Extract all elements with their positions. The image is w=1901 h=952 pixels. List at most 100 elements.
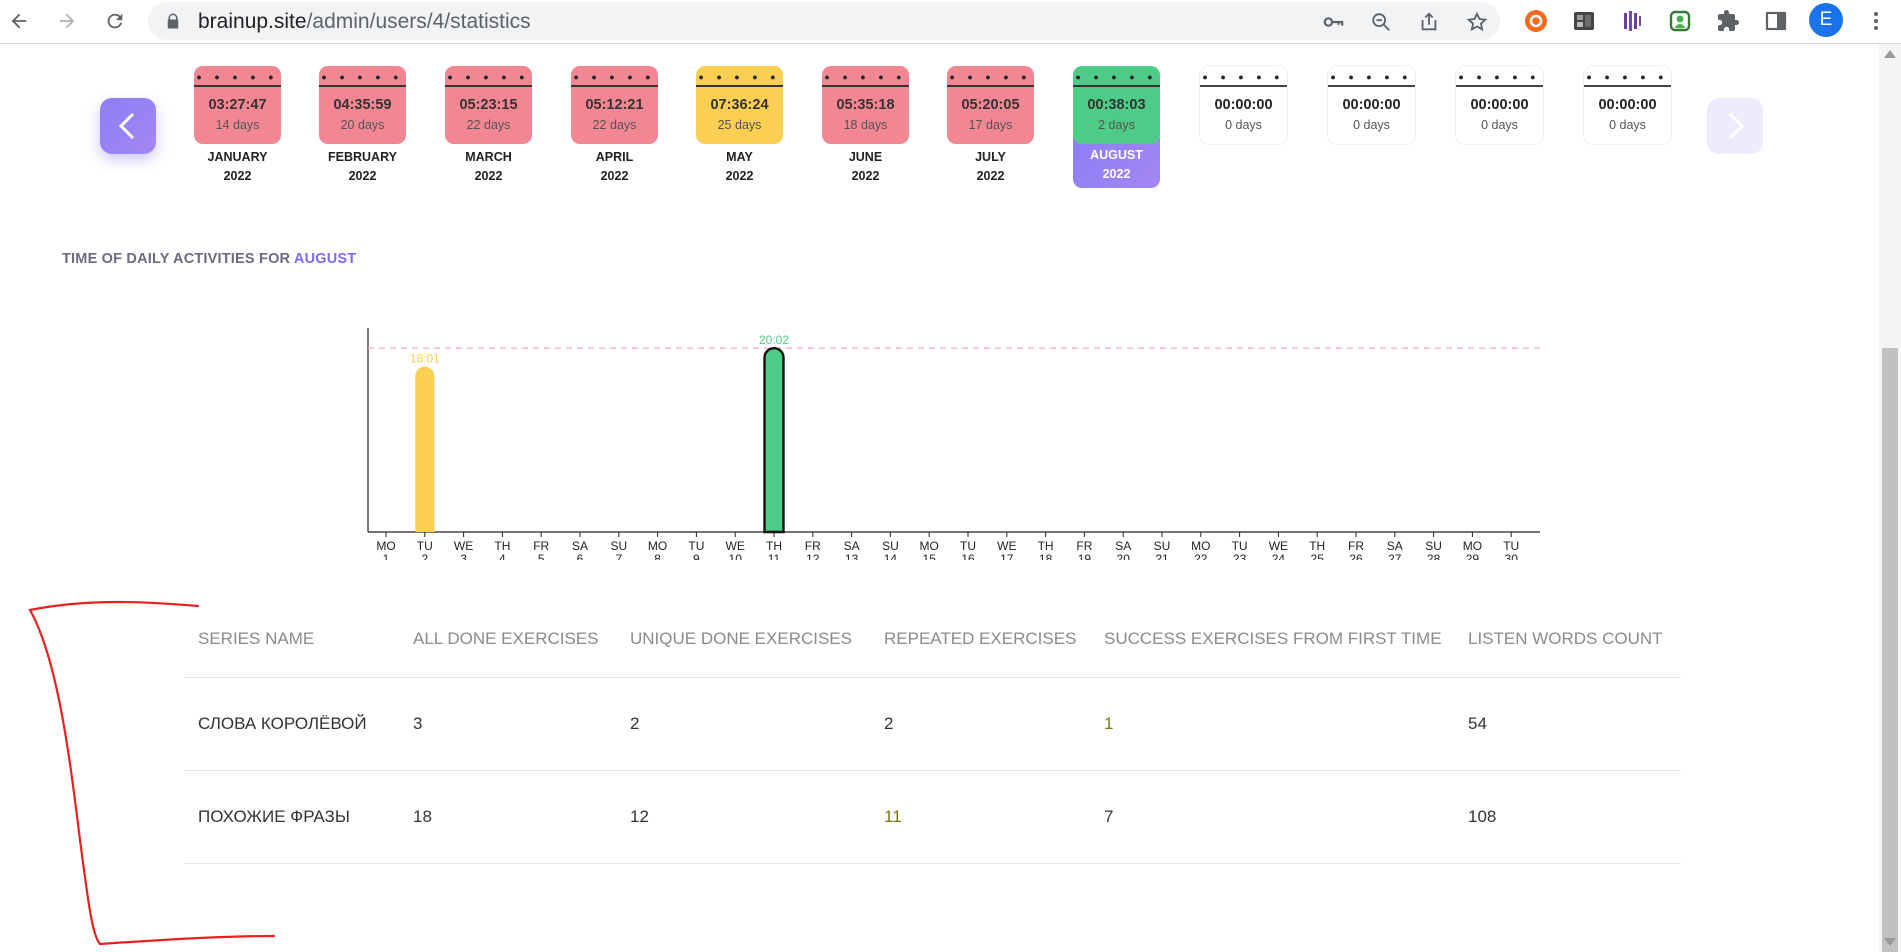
month-card-body[interactable]: ● ● ● ● ● 00:00:00 0 days bbox=[1456, 66, 1543, 144]
x-tick-label-weekday: MO bbox=[920, 539, 939, 553]
page: brainup.site/admin/users/4/statistics E … bbox=[0, 0, 1901, 952]
month-card-empty-12[interactable]: ● ● ● ● ● 00:00:00 0 days bbox=[1584, 66, 1671, 144]
month-card-july[interactable]: ● ● ● ● ● 05:20:05 17 days JULY 2022 bbox=[947, 66, 1034, 186]
card-divider bbox=[1200, 85, 1287, 87]
month-label[interactable]: JULY 2022 bbox=[947, 148, 1034, 186]
month-card-empty-11[interactable]: ● ● ● ● ● 00:00:00 0 days bbox=[1456, 66, 1543, 144]
extension-grid-icon[interactable] bbox=[1569, 6, 1599, 36]
lock-icon[interactable] bbox=[164, 12, 182, 30]
address-bar[interactable]: brainup.site/admin/users/4/statistics bbox=[148, 2, 1500, 40]
month-card-body[interactable]: ● ● ● ● ● 05:12:21 22 days bbox=[571, 66, 658, 144]
share-icon[interactable] bbox=[1416, 9, 1442, 35]
month-label[interactable]: MAY 2022 bbox=[696, 148, 783, 186]
star-icon[interactable] bbox=[1464, 9, 1490, 35]
calendar-rings-icon: ● ● ● ● ● bbox=[573, 72, 656, 82]
month-year: 2022 bbox=[976, 169, 1005, 183]
month-year: 2022 bbox=[223, 169, 252, 183]
month-active-days: 14 days bbox=[215, 118, 260, 132]
month-label[interactable]: FEBRUARY 2022 bbox=[319, 148, 406, 186]
month-name: FEBRUARY bbox=[328, 150, 397, 164]
url-text[interactable]: brainup.site/admin/users/4/statistics bbox=[198, 10, 531, 34]
month-year: 2022 bbox=[1102, 167, 1131, 181]
month-card-body[interactable]: ● ● ● ● ● 07:36:24 25 days bbox=[696, 66, 783, 144]
month-card-body[interactable]: ● ● ● ● ● 05:23:15 22 days bbox=[445, 66, 532, 144]
x-tick-label-day: 22 bbox=[1194, 552, 1208, 560]
series-statistics-table: SERIES NAME ALL DONE EXERCISES UNIQUE DONE… bbox=[184, 600, 1681, 864]
x-tick-label-weekday: TU bbox=[417, 539, 433, 553]
month-card-body[interactable]: ● ● ● ● ● 00:38:03 2 days bbox=[1073, 66, 1160, 144]
column-header: LISTEN WORDS COUNT bbox=[1468, 628, 1663, 648]
x-tick-label-day: 24 bbox=[1272, 552, 1286, 560]
month-label[interactable]: JUNE 2022 bbox=[822, 148, 909, 186]
key-icon[interactable] bbox=[1320, 9, 1346, 35]
bar-day-11[interactable] bbox=[763, 346, 785, 534]
month-name: JUNE bbox=[848, 150, 883, 164]
calendar-rings-icon: ● ● ● ● ● bbox=[1458, 72, 1541, 82]
calendar-rings-icon: ● ● ● ● ● bbox=[196, 72, 279, 82]
month-card-march[interactable]: ● ● ● ● ● 05:23:15 22 days MARCH 2022 bbox=[445, 66, 532, 186]
x-tick-label-day: 18 bbox=[1039, 552, 1053, 560]
month-label[interactable]: APRIL 2022 bbox=[571, 148, 658, 186]
month-active-days: 25 days bbox=[717, 118, 762, 132]
month-total-time: 05:12:21 bbox=[585, 97, 644, 113]
month-card-june[interactable]: ● ● ● ● ● 05:35:18 18 days JUNE 2022 bbox=[822, 66, 909, 186]
month-card-body[interactable]: ● ● ● ● ● 05:35:18 18 days bbox=[822, 66, 909, 144]
menu-icon[interactable] bbox=[1866, 6, 1886, 36]
month-label[interactable]: AUGUST 2022 bbox=[1073, 138, 1160, 188]
month-label[interactable]: JANUARY 2022 bbox=[194, 148, 281, 186]
month-card-body[interactable]: ● ● ● ● ● 00:00:00 0 days bbox=[1328, 66, 1415, 144]
month-year: 2022 bbox=[600, 169, 629, 183]
month-year: 2022 bbox=[725, 169, 754, 183]
extension-green-icon[interactable] bbox=[1665, 6, 1695, 36]
x-tick-label-weekday: SA bbox=[572, 539, 588, 553]
sidebar-icon[interactable] bbox=[1761, 6, 1791, 36]
next-months-button[interactable] bbox=[1707, 98, 1763, 154]
month-card-january[interactable]: ● ● ● ● ● 03:27:47 14 days JANUARY 2022 bbox=[194, 66, 281, 186]
column-header: SUCCESS EXERCISES FROM FIRST TIME bbox=[1104, 628, 1442, 648]
month-card-may[interactable]: ● ● ● ● ● 07:36:24 25 days MAY 2022 bbox=[696, 66, 783, 186]
card-divider bbox=[1073, 85, 1160, 87]
month-card-body[interactable]: ● ● ● ● ● 00:00:00 0 days bbox=[1584, 66, 1671, 144]
month-card-august[interactable]: ● ● ● ● ● 00:38:03 2 days AUGUST 2022 bbox=[1073, 66, 1160, 188]
month-label[interactable]: MARCH 2022 bbox=[445, 148, 532, 186]
scroll-up-icon[interactable] bbox=[1884, 50, 1896, 58]
bar-value-label: 18:01 bbox=[410, 352, 440, 366]
x-tick-label-day: 3 bbox=[460, 552, 467, 560]
x-tick-label-weekday: TU bbox=[1232, 539, 1248, 553]
prev-months-button[interactable] bbox=[100, 98, 156, 154]
extension-purple-icon[interactable] bbox=[1617, 6, 1647, 36]
x-tick-label-weekday: WE bbox=[454, 539, 473, 553]
calendar-rings-icon: ● ● ● ● ● bbox=[1586, 72, 1669, 82]
scroll-thumb[interactable] bbox=[1882, 348, 1898, 952]
month-card-february[interactable]: ● ● ● ● ● 04:35:59 20 days FEBRUARY 2022 bbox=[319, 66, 406, 186]
month-card-body[interactable]: ● ● ● ● ● 03:27:47 14 days bbox=[194, 66, 281, 144]
forward-icon[interactable] bbox=[52, 6, 82, 36]
x-tick-label-day: 30 bbox=[1505, 552, 1519, 560]
card-divider bbox=[1456, 85, 1543, 87]
reload-icon[interactable] bbox=[100, 6, 130, 36]
table-row: ПОХОЖИЕ ФРАЗЫ 18 12 11 7 108 bbox=[184, 771, 1681, 864]
table-cell: 2 bbox=[630, 714, 640, 733]
month-card-april[interactable]: ● ● ● ● ● 05:12:21 22 days APRIL 2022 bbox=[571, 66, 658, 186]
scrollbar[interactable] bbox=[1879, 44, 1901, 952]
calendar-rings-icon: ● ● ● ● ● bbox=[698, 72, 781, 82]
month-card-body[interactable]: ● ● ● ● ● 04:35:59 20 days bbox=[319, 66, 406, 144]
puzzle-icon[interactable] bbox=[1713, 6, 1743, 36]
x-tick-label-day: 25 bbox=[1311, 552, 1325, 560]
red-annotation-bracket bbox=[28, 600, 276, 946]
x-tick-label-day: 16 bbox=[961, 552, 975, 560]
table-header-row: SERIES NAME ALL DONE EXERCISES UNIQUE DONE… bbox=[184, 600, 1681, 678]
month-card-empty-10[interactable]: ● ● ● ● ● 00:00:00 0 days bbox=[1328, 66, 1415, 144]
x-tick-label-day: 17 bbox=[1000, 552, 1014, 560]
extension-orange-icon[interactable] bbox=[1521, 6, 1551, 36]
month-active-days: 22 days bbox=[466, 118, 511, 132]
scroll-down-icon[interactable] bbox=[1884, 938, 1896, 946]
bar-day-2[interactable] bbox=[415, 366, 435, 532]
month-card-body[interactable]: ● ● ● ● ● 00:00:00 0 days bbox=[1200, 66, 1287, 144]
zoom-out-icon[interactable] bbox=[1368, 9, 1394, 35]
month-card-empty-9[interactable]: ● ● ● ● ● 00:00:00 0 days bbox=[1200, 66, 1287, 144]
month-card-body[interactable]: ● ● ● ● ● 05:20:05 17 days bbox=[947, 66, 1034, 144]
month-name: MAY bbox=[726, 150, 753, 164]
profile-avatar[interactable]: E bbox=[1809, 3, 1843, 37]
back-icon[interactable] bbox=[4, 6, 34, 36]
